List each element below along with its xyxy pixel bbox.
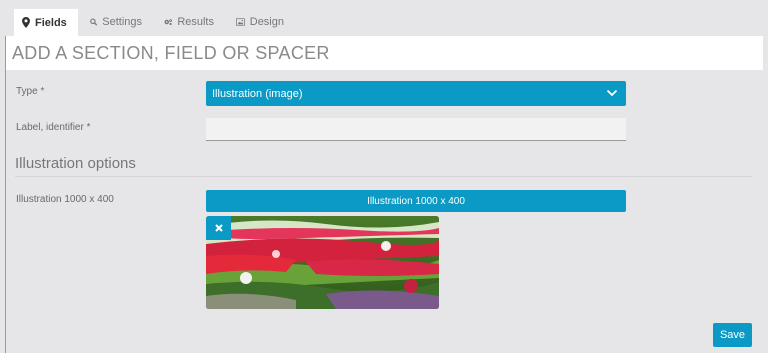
illustration-options-heading: Illustration options: [15, 155, 136, 172]
illustration-upload-button[interactable]: Illustration 1000 x 400: [206, 190, 626, 212]
panel-header: ADD A SECTION, FIELD OR SPACER: [6, 36, 763, 70]
chevron-down-icon: [606, 89, 618, 97]
map-marker-icon: [22, 17, 30, 28]
tab-results-label: Results: [177, 15, 214, 28]
tab-fields-label: Fields: [35, 16, 67, 29]
tab-results[interactable]: Results: [156, 7, 222, 36]
type-select[interactable]: Illustration (image): [206, 81, 626, 106]
page-title: ADD A SECTION, FIELD OR SPACER: [12, 43, 330, 63]
tab-settings[interactable]: Settings: [82, 7, 150, 36]
flower-garden-image: [206, 216, 439, 309]
tab-design[interactable]: Design: [228, 7, 292, 36]
cogs-icon: [164, 18, 172, 25]
illustration-preview-image: [206, 216, 439, 309]
picture-icon: [236, 17, 245, 26]
type-select-value: Illustration (image): [212, 87, 303, 100]
label-identifier-label: Label, identifier *: [16, 122, 91, 133]
remove-image-button[interactable]: [206, 216, 231, 240]
tab-settings-label: Settings: [102, 15, 142, 28]
panel-border: [5, 36, 6, 353]
tab-fields[interactable]: Fields: [14, 7, 78, 36]
section-divider: [15, 176, 752, 177]
label-identifier-input[interactable]: [206, 118, 626, 141]
tab-bar: Fields Settings Results Design: [0, 0, 768, 36]
close-icon: [214, 224, 223, 232]
tab-design-label: Design: [249, 15, 284, 28]
illustration-field-label: Illustration 1000 x 400: [16, 194, 114, 205]
save-button[interactable]: Save: [713, 323, 752, 347]
search-icon: [90, 18, 98, 26]
type-label: Type *: [16, 86, 45, 97]
